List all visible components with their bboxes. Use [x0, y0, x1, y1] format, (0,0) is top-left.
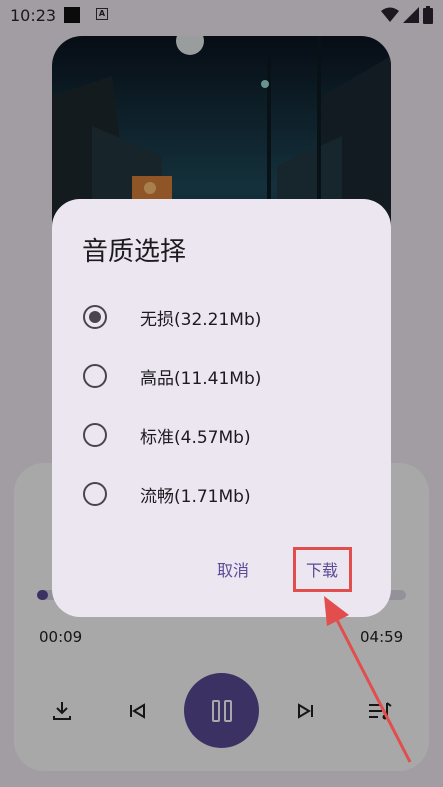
annotation-arrow [324, 596, 412, 763]
